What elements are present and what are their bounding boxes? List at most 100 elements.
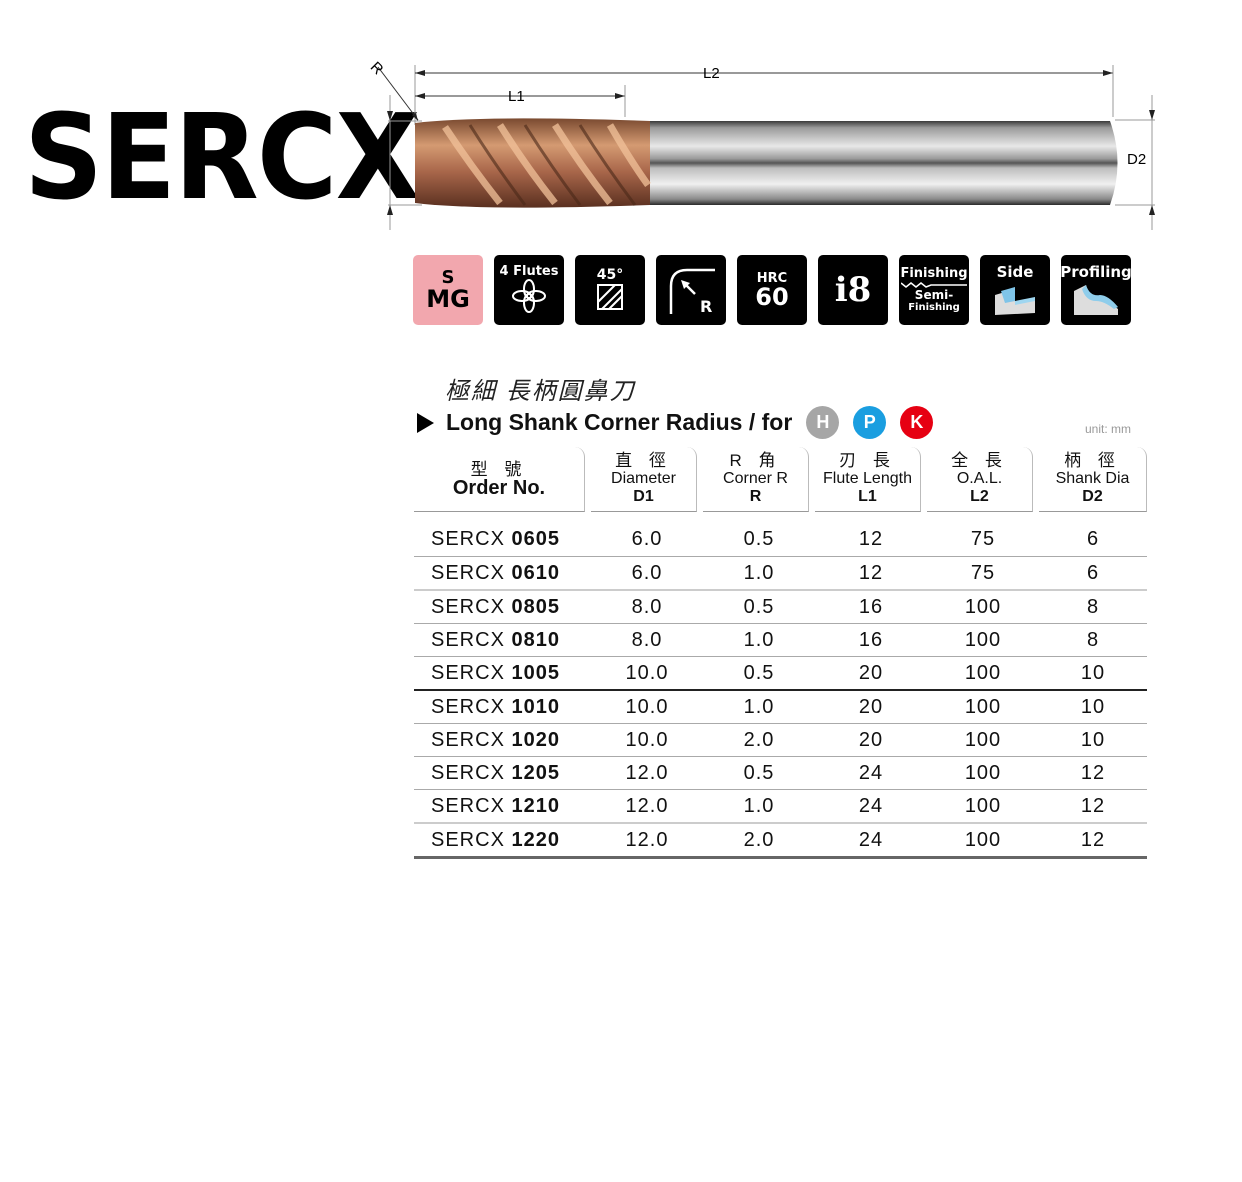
order-no-cell: SERCX 1210 <box>414 789 591 824</box>
flute-length-cell: 12 <box>815 556 927 591</box>
profile-surface-icon <box>1074 285 1118 315</box>
diameter-cell: 8.0 <box>591 623 703 657</box>
dim-label-l2: L2 <box>703 65 720 82</box>
spec-table: 型 號 Order No. 直 徑 Diameter D1 R 角 Corner RR … <box>414 446 1147 859</box>
dim-label-d2: D2 <box>1127 151 1146 168</box>
diameter-cell: 10.0 <box>591 656 703 691</box>
corner-r-cell: 0.5 <box>703 756 815 790</box>
i8-coating-icon: i8 <box>818 255 888 325</box>
dim-label-d1: D1 <box>365 152 384 169</box>
shank-dia-cell: 8 <box>1039 623 1147 657</box>
col-header-diameter: 直 徑 Diameter D1 <box>591 446 703 512</box>
shank-dia-cell: 12 <box>1039 823 1147 859</box>
order-no-cell: SERCX 0805 <box>414 590 591 624</box>
shank-dia-cell: 8 <box>1039 590 1147 624</box>
corner-r-cell: 0.5 <box>703 512 815 557</box>
corner-r-cell: 2.0 <box>703 723 815 757</box>
shank-dia-cell: 6 <box>1039 512 1147 557</box>
section-heading: Long Shank Corner Radius / for H P K <box>417 406 934 439</box>
oal-cell: 100 <box>927 789 1039 824</box>
corner-r-cell: 2.0 <box>703 823 815 859</box>
oal-cell: 100 <box>927 590 1039 624</box>
col-header-shank-dia: 柄 徑 Shank Dia D2 <box>1039 446 1147 512</box>
table-row: SERCX 0805 8.0 0.5 16 100 8 <box>414 590 1147 624</box>
diameter-cell: 10.0 <box>591 723 703 757</box>
diameter-cell: 12.0 <box>591 789 703 824</box>
corner-r-cell: 0.5 <box>703 656 815 691</box>
table-row: SERCX 0810 8.0 1.0 16 100 8 <box>414 623 1147 657</box>
oal-cell: 75 <box>927 556 1039 591</box>
diameter-cell: 12.0 <box>591 756 703 790</box>
chinese-title: 極細 長柄圓鼻刀 <box>445 378 636 405</box>
col-header-flute-length: 刃 長 Flute Length L1 <box>815 446 927 512</box>
flute-length-cell: 24 <box>815 756 927 790</box>
oal-cell: 100 <box>927 623 1039 657</box>
table-row: SERCX 1205 12.0 0.5 24 100 12 <box>414 756 1147 790</box>
svg-text:R: R <box>700 297 712 316</box>
order-no-cell: SERCX 1205 <box>414 756 591 790</box>
dim-label-l1: L1 <box>508 88 525 105</box>
order-no-cell: SERCX 0610 <box>414 556 591 591</box>
flute-cross-section-icon <box>512 279 546 313</box>
flute-length-cell: 24 <box>815 789 927 824</box>
diameter-cell: 12.0 <box>591 823 703 859</box>
helix-angle-icon: 45° <box>575 255 645 325</box>
col-header-corner-r: R 角 Corner RR <box>703 446 815 512</box>
order-no-cell: SERCX 0605 <box>414 512 591 557</box>
side-step-icon <box>995 287 1035 315</box>
table-row: SERCX 1010 10.0 1.0 20 100 10 <box>414 690 1147 724</box>
col-header-order-no: 型 號 Order No. <box>414 446 591 512</box>
flute-length-cell: 24 <box>815 823 927 859</box>
order-no-cell: SERCX 1010 <box>414 690 591 724</box>
oal-cell: 100 <box>927 756 1039 790</box>
feature-icon-row: S MG 4 Flutes 45° R HRC 60 i8 Finishing … <box>413 255 1131 325</box>
material-badge-p: P <box>853 406 887 439</box>
smg-icon: S MG <box>413 255 483 325</box>
shank-dia-cell: 12 <box>1039 756 1147 790</box>
unit-label: unit: mm <box>1085 422 1132 436</box>
diameter-cell: 6.0 <box>591 512 703 557</box>
order-no-cell: SERCX 1005 <box>414 656 591 691</box>
col-header-oal: 全 長 O.A.L. L2 <box>927 446 1039 512</box>
table-row: SERCX 0610 6.0 1.0 12 75 6 <box>414 556 1147 591</box>
oal-cell: 75 <box>927 512 1039 557</box>
table-row: SERCX 1020 10.0 2.0 20 100 10 <box>414 723 1147 757</box>
flute-length-cell: 12 <box>815 512 927 557</box>
hrc-icon: HRC 60 <box>737 255 807 325</box>
shank-dia-cell: 10 <box>1039 723 1147 757</box>
finishing-icon: Finishing Semi- Finishing <box>899 255 969 325</box>
table-header-row: 型 號 Order No. 直 徑 Diameter D1 R 角 Corner RR … <box>414 446 1147 512</box>
table-row: SERCX 1005 10.0 0.5 20 100 10 <box>414 656 1147 691</box>
flute-length-cell: 20 <box>815 690 927 724</box>
table-row: SERCX 0605 6.0 0.5 12 75 6 <box>414 512 1147 557</box>
flute-length-cell: 16 <box>815 590 927 624</box>
oal-cell: 100 <box>927 723 1039 757</box>
shank-dia-cell: 10 <box>1039 690 1147 724</box>
four-flutes-icon: 4 Flutes <box>494 255 564 325</box>
table-row: SERCX 1220 12.0 2.0 24 100 12 <box>414 823 1147 859</box>
corner-r-cell: 1.0 <box>703 690 815 724</box>
shank-dia-cell: 10 <box>1039 656 1147 691</box>
diameter-cell: 8.0 <box>591 590 703 624</box>
play-triangle-icon <box>417 412 434 433</box>
material-badge-h: H <box>806 406 840 439</box>
order-no-cell: SERCX 1220 <box>414 823 591 859</box>
material-badge-k: K <box>900 406 934 439</box>
corner-r-cell: 1.0 <box>703 556 815 591</box>
flute-length-cell: 16 <box>815 623 927 657</box>
dim-label-r: R <box>367 59 387 79</box>
corner-r-cell: 0.5 <box>703 590 815 624</box>
order-no-cell: SERCX 0810 <box>414 623 591 657</box>
side-milling-icon: Side <box>980 255 1050 325</box>
flute-length-cell: 20 <box>815 656 927 691</box>
radius-corner-icon: R <box>669 268 715 316</box>
diameter-cell: 6.0 <box>591 556 703 591</box>
corner-radius-icon: R <box>656 255 726 325</box>
corner-r-cell: 1.0 <box>703 623 815 657</box>
table-row: SERCX 1210 12.0 1.0 24 100 12 <box>414 789 1147 824</box>
helix-lines-icon <box>597 284 623 310</box>
shank-dia-cell: 6 <box>1039 556 1147 591</box>
profiling-icon: Profiling <box>1061 255 1131 325</box>
shank-dia-cell: 12 <box>1039 789 1147 824</box>
corner-r-cell: 1.0 <box>703 789 815 824</box>
